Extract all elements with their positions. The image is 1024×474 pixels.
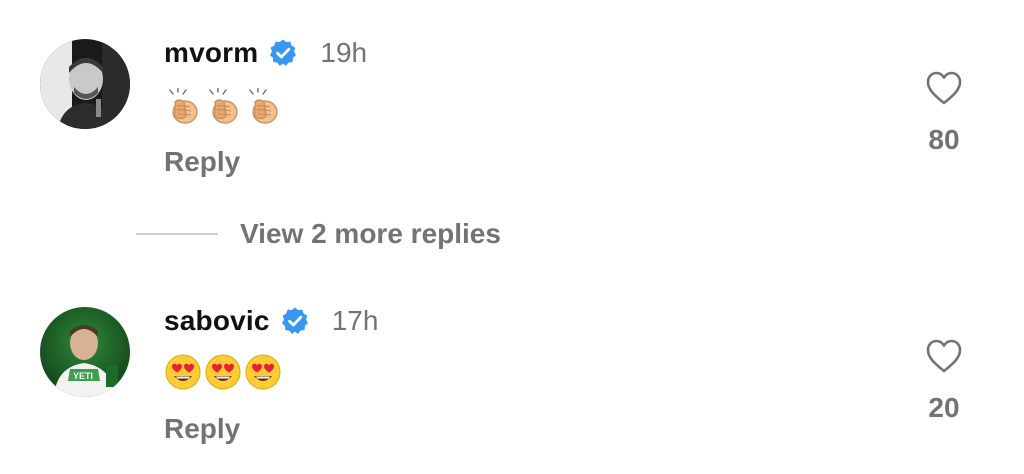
heart-eyes-emoji-icon (245, 354, 281, 390)
verified-badge-icon (270, 39, 297, 66)
heart-eyes-emoji-icon (165, 354, 201, 390)
comment-item: mvorm 19h Reply 80 (0, 0, 1024, 200)
svg-text:YETI: YETI (73, 371, 93, 381)
avatar-photo: YETI (40, 307, 130, 397)
view-more-replies-label: View 2 more replies (240, 218, 501, 249)
comments-section: mvorm 19h Reply 80 View 2 more replies Y… (0, 0, 1024, 474)
clapping-hands-emoji-icon (169, 88, 198, 124)
comment-text (164, 353, 282, 391)
comment-timestamp: 17h (331, 305, 379, 336)
clapping-hands-emoji-icon (249, 88, 278, 124)
like-control: 80 (914, 70, 974, 156)
comment-text (164, 88, 282, 126)
clapping-hands-emoji-icon (209, 88, 238, 124)
comment-header: mvorm 19h (164, 35, 367, 71)
divider-line (136, 233, 218, 235)
reply-button[interactable]: Reply (164, 146, 240, 178)
heart-eyes-emoji-icon (205, 354, 241, 390)
heart-icon[interactable] (925, 70, 963, 106)
verified-badge-icon (281, 307, 308, 334)
heart-icon[interactable] (925, 338, 963, 374)
comment-header: sabovic 17h (164, 303, 378, 339)
username[interactable]: mvorm (164, 37, 258, 69)
view-more-replies-button[interactable]: View 2 more replies (136, 214, 501, 254)
comment-item: YETI sabovic 17h Reply 20 (0, 270, 1024, 474)
username[interactable]: sabovic (164, 305, 270, 337)
avatar-photo (40, 39, 130, 129)
avatar[interactable]: YETI (40, 307, 130, 397)
comment-timestamp: 19h (320, 37, 368, 68)
reply-button[interactable]: Reply (164, 413, 240, 445)
avatar[interactable] (40, 39, 130, 129)
like-count: 20 (928, 392, 960, 423)
like-count: 80 (928, 124, 960, 155)
like-control: 20 (914, 338, 974, 424)
